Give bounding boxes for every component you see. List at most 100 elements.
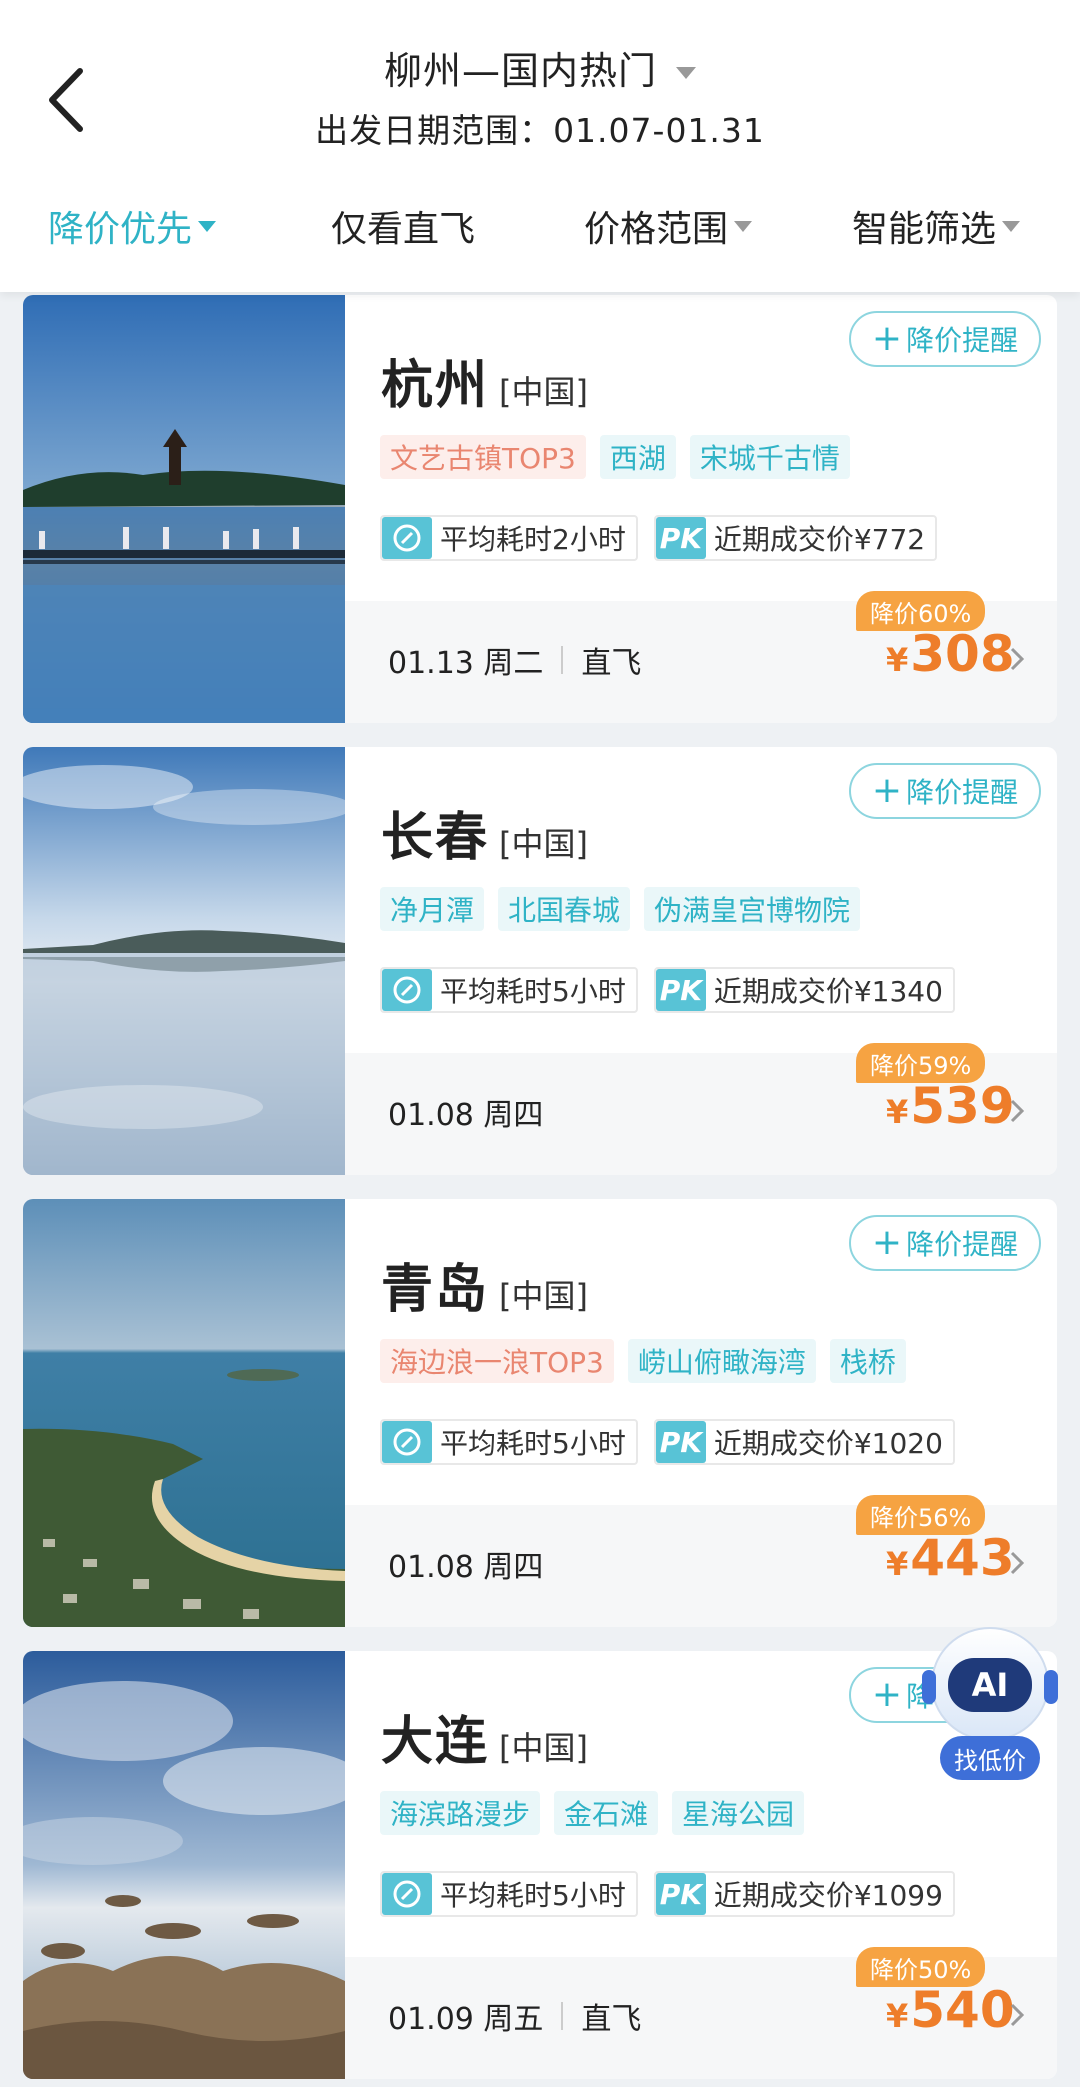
recent-price-text: 近期成交价¥772 xyxy=(713,523,926,556)
recent-price: PK 近期成交价¥1099 xyxy=(653,1871,955,1917)
clock-icon xyxy=(382,1873,432,1915)
filter-price-drop-first[interactable]: 降价优先 xyxy=(48,196,217,256)
city-country: [中国] xyxy=(499,825,588,863)
direct-flight-label: 直飞 xyxy=(581,646,642,681)
pk-icon: PK xyxy=(655,1873,706,1915)
plus-icon: + xyxy=(871,770,903,811)
currency-symbol: ¥ xyxy=(886,1093,909,1131)
avg-time: 平均耗时5小时 xyxy=(380,967,638,1013)
caret-down-icon xyxy=(1002,220,1021,232)
price-alert-button[interactable]: + 降价提醒 xyxy=(849,1215,1041,1271)
chevron-right-icon xyxy=(1009,637,1029,681)
tag: 海边浪一浪TOP3 xyxy=(380,1339,614,1383)
trip-meta: 平均耗时5小时 PK 近期成交价¥1099 xyxy=(380,1871,955,1917)
city-heading: 长春 [中国] xyxy=(381,795,588,870)
destination-card[interactable]: + 降价提醒 青岛 [中国] 海边浪一浪TOP3 崂山俯瞰海湾 栈桥 平均耗时5… xyxy=(23,1199,1057,1627)
filter-label: 仅看直飞 xyxy=(331,209,476,250)
page-title: 柳州—国内热门 xyxy=(383,49,657,93)
chevron-right-icon xyxy=(1009,1993,1029,2037)
pk-icon: PK xyxy=(655,517,706,559)
recent-price: PK 近期成交价¥1340 xyxy=(653,967,955,1013)
destination-card[interactable]: + 降价提醒 长春 [中国] 净月潭 北国春城 伪满皇宫博物院 平均耗时5小时 … xyxy=(23,747,1057,1175)
chevron-right-icon xyxy=(1009,1541,1029,1585)
tag: 文艺古镇TOP3 xyxy=(380,435,586,479)
recent-price: PK 近期成交价¥1020 xyxy=(653,1419,955,1465)
departure-date: 01.13 周二 直飞 xyxy=(388,635,641,685)
avg-time: 平均耗时5小时 xyxy=(380,1871,638,1917)
price-alert-button[interactable]: + 降价提醒 xyxy=(849,763,1041,819)
city-heading: 杭州 [中国] xyxy=(381,343,588,418)
destination-photo xyxy=(23,747,345,1175)
price-value: 308 xyxy=(910,625,1015,683)
tag: 伪满皇宫博物院 xyxy=(644,887,861,931)
filter-label: 价格范围 xyxy=(584,209,729,250)
ai-find-low-price-label[interactable]: 找低价 xyxy=(940,1736,1040,1780)
price-alert-button[interactable]: + 降价提醒 xyxy=(849,311,1041,367)
trip-meta: 平均耗时5小时 PK 近期成交价¥1340 xyxy=(380,967,955,1013)
divider xyxy=(561,2002,564,2030)
date-range: 出发日期范围：01.07-01.31 xyxy=(315,111,765,150)
destination-photo xyxy=(23,1651,345,2079)
tag-list: 文艺古镇TOP3 西湖 宋城千古情 xyxy=(380,435,850,479)
tag-list: 净月潭 北国春城 伪满皇宫博物院 xyxy=(380,887,861,931)
recent-price-text: 近期成交价¥1099 xyxy=(713,1879,943,1912)
plus-icon: + xyxy=(871,1674,903,1715)
destination-selector[interactable]: 柳州—国内热门 xyxy=(0,40,1080,95)
avg-time-text: 平均耗时5小时 xyxy=(440,1879,626,1912)
tag: 净月潭 xyxy=(380,887,485,931)
date-text: 01.13 周二 xyxy=(388,646,544,681)
tag: 西湖 xyxy=(599,435,676,479)
trip-meta: 平均耗时5小时 PK 近期成交价¥1020 xyxy=(380,1419,955,1465)
price-alert-label: 降价提醒 xyxy=(906,1228,1019,1261)
date-text: 01.08 周四 xyxy=(388,1550,544,1585)
city-heading: 大连 [中国] xyxy=(381,1699,588,1774)
currency-symbol: ¥ xyxy=(886,641,909,679)
avg-time: 平均耗时5小时 xyxy=(380,1419,638,1465)
robot-icon: AI xyxy=(922,1627,1058,1741)
recent-price-text: 近期成交价¥1020 xyxy=(713,1427,943,1460)
recent-price-text: 近期成交价¥1340 xyxy=(713,975,943,1008)
destination-photo xyxy=(23,295,345,723)
price: ¥ 308 xyxy=(886,625,1015,691)
price-alert-label: 降价提醒 xyxy=(906,776,1019,809)
tag-list: 海滨路漫步 金石滩 星海公园 xyxy=(380,1791,805,1835)
destination-card[interactable]: + 降价提醒 大连 [中国] 海滨路漫步 金石滩 星海公园 平均耗时5小时 PK… xyxy=(23,1651,1057,2079)
caret-down-icon xyxy=(734,220,753,232)
price: ¥ 540 xyxy=(886,1981,1015,2047)
filter-bar: 降价优先 仅看直飞 价格范围 智能筛选 xyxy=(0,196,1080,256)
city-country: [中国] xyxy=(499,373,588,411)
avg-time-text: 平均耗时5小时 xyxy=(440,975,626,1008)
ai-badge-text: AI xyxy=(972,1666,1009,1704)
price-value: 539 xyxy=(910,1077,1015,1135)
chevron-right-icon xyxy=(1009,1089,1029,1133)
trip-meta: 平均耗时2小时 PK 近期成交价¥772 xyxy=(380,515,938,561)
tag-list: 海边浪一浪TOP3 崂山俯瞰海湾 栈桥 xyxy=(380,1339,906,1383)
tag: 崂山俯瞰海湾 xyxy=(627,1339,816,1383)
destination-photo xyxy=(23,1199,345,1627)
pk-icon: PK xyxy=(655,969,706,1011)
clock-icon xyxy=(382,969,432,1011)
tag: 宋城千古情 xyxy=(689,435,850,479)
destination-card[interactable]: + 降价提醒 杭州 [中国] 文艺古镇TOP3 西湖 宋城千古情 平均耗时2小时… xyxy=(23,295,1057,723)
departure-date: 01.08 周四 xyxy=(388,1087,543,1137)
tag: 海滨路漫步 xyxy=(380,1791,541,1835)
currency-symbol: ¥ xyxy=(886,1997,909,2035)
filter-label: 智能筛选 xyxy=(852,209,997,250)
avg-time-text: 平均耗时5小时 xyxy=(440,1427,626,1460)
direct-flight-label: 直飞 xyxy=(581,2002,642,2037)
filter-direct-only[interactable]: 仅看直飞 xyxy=(331,196,475,256)
city-name: 青岛 xyxy=(381,1260,490,1320)
departure-date: 01.09 周五 直飞 xyxy=(388,1991,641,2041)
tag: 金石滩 xyxy=(554,1791,659,1835)
clock-icon xyxy=(382,1421,432,1463)
tag: 栈桥 xyxy=(829,1339,906,1383)
currency-symbol: ¥ xyxy=(886,1545,909,1583)
filter-label: 降价优先 xyxy=(48,209,193,250)
plus-icon: + xyxy=(871,318,903,359)
price-value: 540 xyxy=(910,1981,1015,2039)
city-heading: 青岛 [中国] xyxy=(381,1247,588,1322)
filter-price-range[interactable]: 价格范围 xyxy=(584,196,753,256)
filter-smart[interactable]: 智能筛选 xyxy=(852,196,1021,256)
date-text: 01.08 周四 xyxy=(388,1098,544,1133)
divider xyxy=(561,646,564,674)
